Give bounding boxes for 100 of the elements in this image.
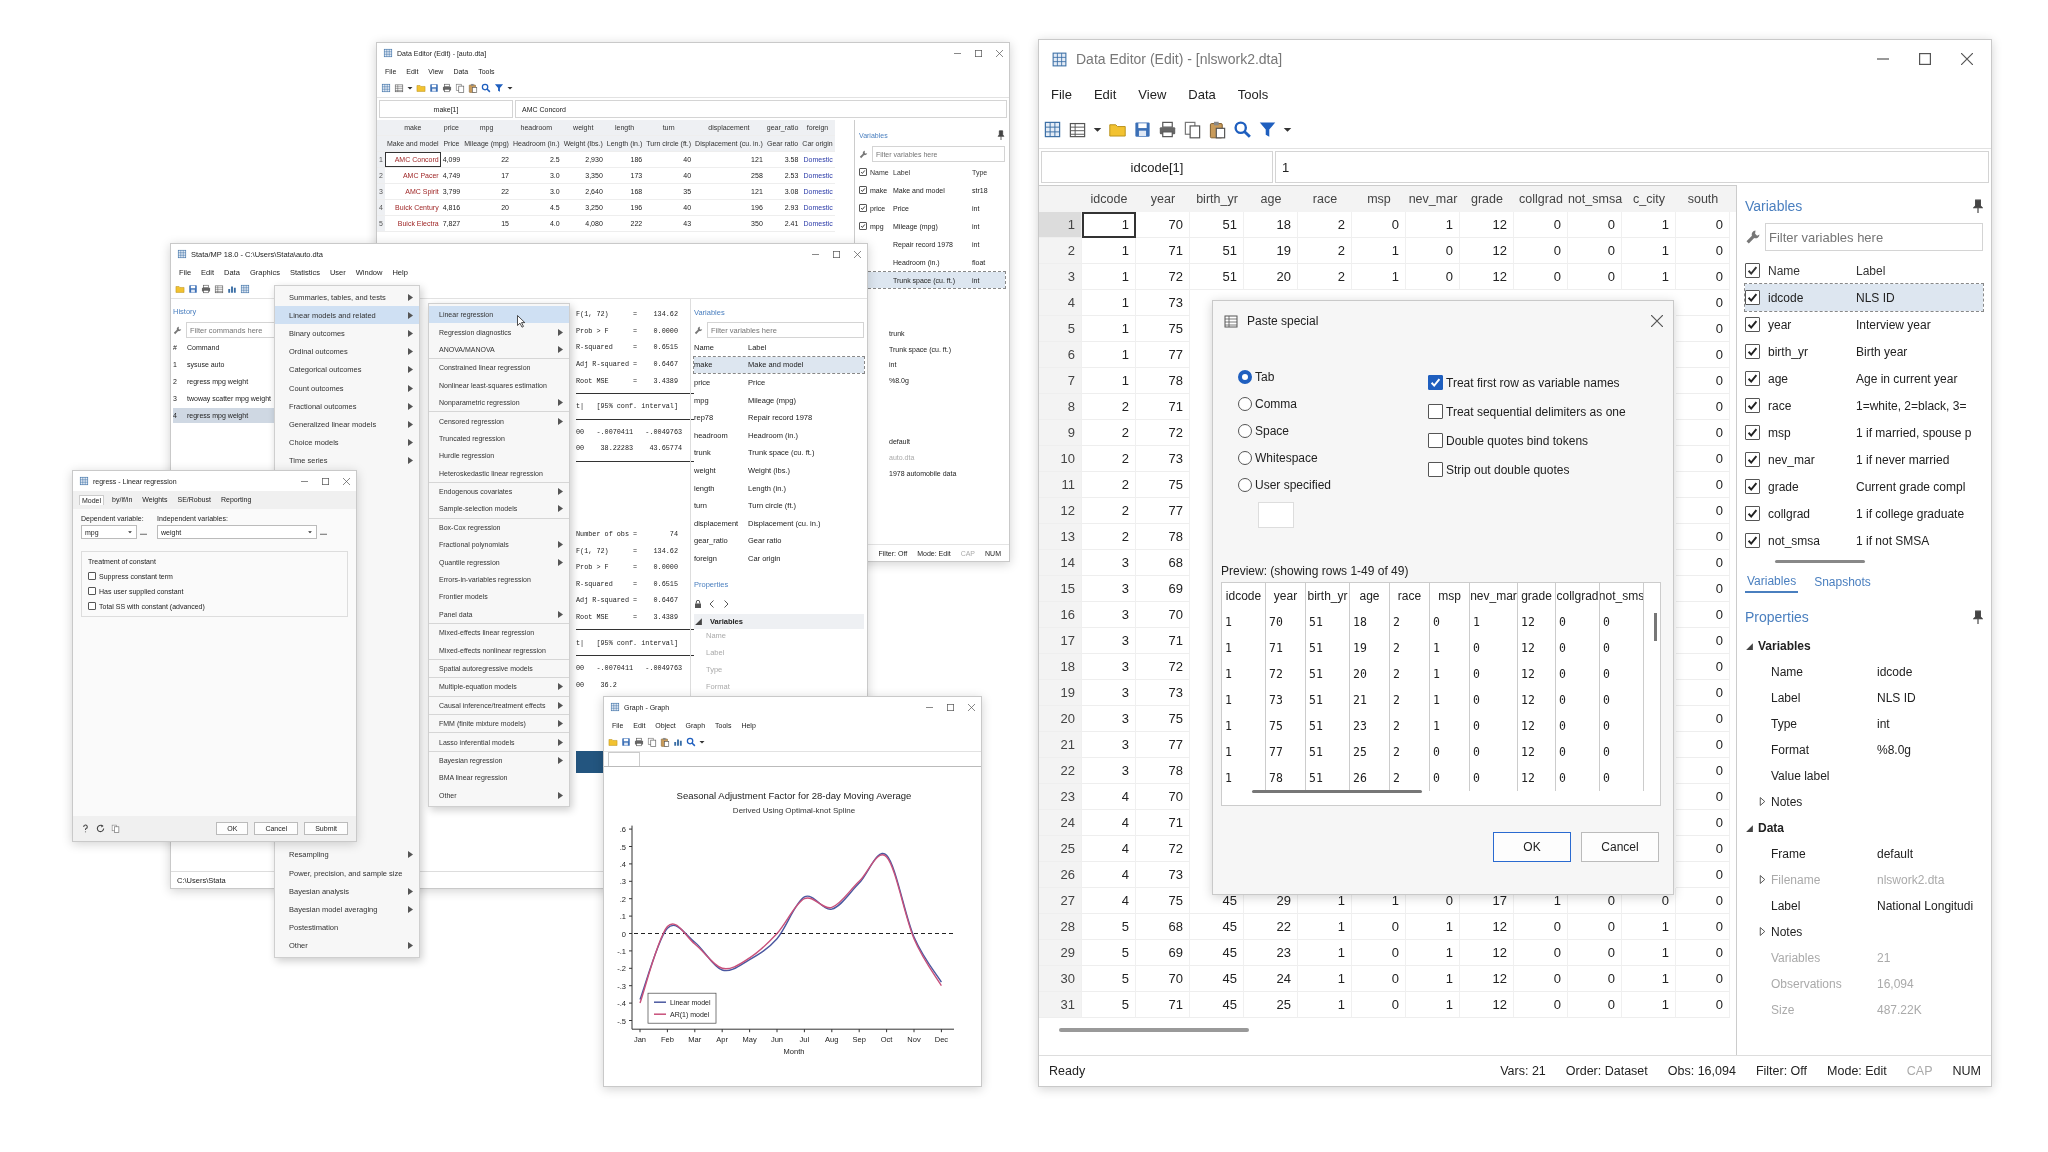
column-header[interactable]: nev_mar xyxy=(1406,186,1460,212)
variable-name[interactable]: collgrad xyxy=(1768,506,1848,521)
reset-icon[interactable] xyxy=(96,824,105,833)
column-header[interactable]: south xyxy=(1676,186,1730,212)
menu-item[interactable]: Tools xyxy=(1237,86,1269,102)
lock-icon[interactable] xyxy=(694,599,702,608)
close-icon[interactable] xyxy=(1651,315,1663,327)
checkbox-label[interactable]: Treat first row as variable names xyxy=(1446,375,1620,390)
property-group[interactable]: Data xyxy=(1758,821,1784,835)
data-grid-icon[interactable] xyxy=(240,284,250,294)
radio-button[interactable] xyxy=(1238,450,1252,465)
maximize-icon[interactable] xyxy=(322,477,329,485)
pin-icon[interactable] xyxy=(997,130,1005,140)
radio-label[interactable]: User specified xyxy=(1255,477,1332,492)
close-icon[interactable] xyxy=(854,250,861,258)
clipboard-icon[interactable] xyxy=(1208,119,1227,139)
variable-name[interactable]: year xyxy=(1768,317,1848,332)
dialog-button[interactable]: OK xyxy=(1493,832,1571,862)
cell-value-field[interactable]: 1 xyxy=(1275,151,1989,183)
print-icon[interactable] xyxy=(201,284,211,294)
copy-icon[interactable] xyxy=(455,83,465,93)
funnel-icon[interactable] xyxy=(1258,119,1277,139)
expand-triangle-icon[interactable] xyxy=(1758,927,1767,936)
checkbox[interactable] xyxy=(1745,452,1760,467)
expand-triangle-icon[interactable] xyxy=(1745,823,1754,833)
checkbox[interactable] xyxy=(859,186,867,194)
radio-button[interactable] xyxy=(1238,477,1252,492)
maximize-icon[interactable] xyxy=(833,250,840,258)
variable-name[interactable]: race xyxy=(1768,398,1848,413)
bar-chart-icon[interactable] xyxy=(673,737,683,747)
column-header[interactable]: age xyxy=(1244,186,1298,212)
variable-name[interactable]: msp xyxy=(1768,425,1848,440)
save-icon[interactable] xyxy=(429,83,439,93)
checkbox[interactable] xyxy=(1745,398,1760,413)
clipboard-icon[interactable] xyxy=(468,83,478,93)
checkbox[interactable] xyxy=(1745,506,1760,521)
search-icon[interactable] xyxy=(1233,119,1252,139)
save-icon[interactable] xyxy=(188,284,198,294)
print-icon[interactable] xyxy=(1158,119,1177,139)
radio-button[interactable] xyxy=(1238,396,1252,411)
bar-chart-icon[interactable] xyxy=(227,284,237,294)
copy-icon[interactable] xyxy=(111,824,120,833)
checkbox[interactable] xyxy=(1745,371,1760,386)
checkbox[interactable] xyxy=(1745,533,1760,548)
checkbox[interactable] xyxy=(859,222,867,230)
column-header[interactable]: not_smsa xyxy=(1568,186,1622,212)
save-icon[interactable] xyxy=(621,737,631,747)
help-icon[interactable] xyxy=(81,824,90,833)
radio-button[interactable] xyxy=(1238,369,1252,384)
variable-name[interactable]: grade xyxy=(1768,479,1848,494)
column-header[interactable]: msp xyxy=(1352,186,1406,212)
variable-name[interactable]: idcode xyxy=(1768,290,1848,305)
panel-tab[interactable]: Variables xyxy=(1745,571,1799,593)
variable-name[interactable]: nev_mar xyxy=(1768,452,1848,467)
column-header[interactable]: idcode xyxy=(1082,186,1136,212)
variable-name[interactable]: birth_yr xyxy=(1768,344,1848,359)
print-icon[interactable] xyxy=(442,83,452,93)
column-header[interactable]: c_city xyxy=(1622,186,1676,212)
close-icon[interactable] xyxy=(343,477,350,485)
radio-button[interactable] xyxy=(1238,423,1252,438)
data-grid-icon[interactable] xyxy=(1043,119,1062,139)
menu-item[interactable]: File xyxy=(1051,86,1072,102)
radio-label[interactable]: Comma xyxy=(1255,396,1297,411)
column-header[interactable]: Name xyxy=(1768,263,1848,278)
data-grid-icon[interactable] xyxy=(381,83,391,93)
column-header[interactable]: birth_yr xyxy=(1190,186,1244,212)
maximize-icon[interactable] xyxy=(975,49,982,57)
search-icon[interactable] xyxy=(686,737,696,747)
checkbox[interactable] xyxy=(1745,317,1760,332)
checkbox[interactable] xyxy=(859,168,867,176)
funnel-icon[interactable] xyxy=(494,83,504,93)
checkbox[interactable] xyxy=(1428,375,1443,390)
checkbox[interactable] xyxy=(1745,263,1760,278)
pin-icon[interactable] xyxy=(1973,199,1983,213)
menu-item[interactable]: Data xyxy=(1188,86,1216,102)
property-group[interactable]: Variables xyxy=(1758,639,1811,653)
checkbox[interactable] xyxy=(1745,344,1760,359)
radio-label[interactable]: Whitespace xyxy=(1255,450,1318,465)
checkbox-label[interactable]: Strip out double quotes xyxy=(1446,462,1570,477)
close-icon[interactable] xyxy=(996,49,1003,57)
panel-tab[interactable]: Snapshots xyxy=(1812,572,1873,592)
column-header[interactable]: grade xyxy=(1460,186,1514,212)
maximize-icon[interactable] xyxy=(1919,53,1931,65)
table-icon[interactable] xyxy=(214,284,224,294)
expand-triangle-icon[interactable] xyxy=(1758,797,1767,806)
checkbox[interactable] xyxy=(1745,425,1760,440)
checkbox[interactable] xyxy=(859,204,867,212)
checkbox[interactable] xyxy=(1428,404,1443,419)
checkbox[interactable] xyxy=(88,572,96,580)
pin-icon[interactable] xyxy=(1973,610,1983,624)
checkbox[interactable] xyxy=(1745,290,1760,305)
checkbox[interactable] xyxy=(88,602,96,610)
checkbox-label[interactable]: Treat sequential delimiters as one xyxy=(1446,404,1626,419)
delimiter-field[interactable] xyxy=(1258,502,1294,528)
dialog-button[interactable]: Cancel xyxy=(1581,832,1659,862)
back-icon[interactable] xyxy=(708,599,716,608)
checkbox-label[interactable]: Double quotes bind tokens xyxy=(1446,433,1589,448)
column-header[interactable]: Label xyxy=(1856,263,1886,278)
checkbox[interactable] xyxy=(1745,479,1760,494)
search-icon[interactable] xyxy=(481,83,491,93)
